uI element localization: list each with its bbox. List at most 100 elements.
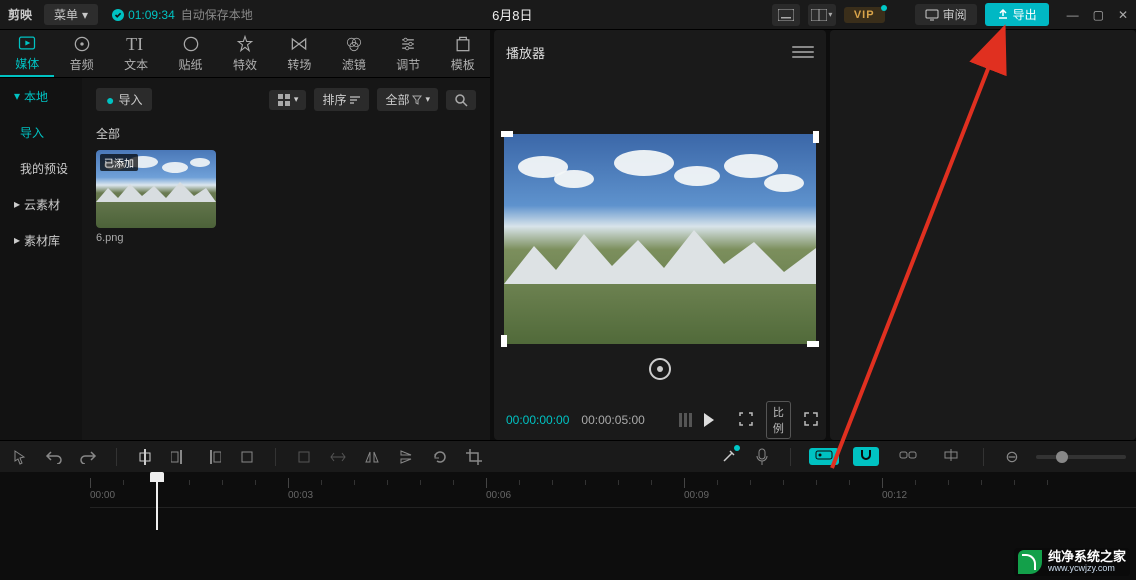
ruler-tick: 00:03 bbox=[288, 490, 313, 501]
layout-icon[interactable]: ▾ bbox=[808, 4, 836, 26]
watermark: 纯净系统之家 www.ycwjzy.com bbox=[1014, 548, 1130, 576]
close-button[interactable]: ✕ bbox=[1118, 8, 1128, 22]
split-right-button[interactable] bbox=[203, 447, 223, 467]
duration: 00:00:05:00 bbox=[581, 413, 644, 427]
tab-transition[interactable]: 转场 bbox=[272, 30, 326, 77]
playhead[interactable] bbox=[150, 472, 164, 486]
watermark-url: www.ycwjzy.com bbox=[1048, 564, 1126, 574]
inspector-panel bbox=[830, 30, 1136, 440]
grid-view-button[interactable]: ▾ bbox=[269, 90, 307, 110]
media-sidebar: ▾本地 导入 我的预设 ▸云素材 ▸素材库 bbox=[0, 78, 82, 440]
tab-adjust[interactable]: 调节 bbox=[381, 30, 435, 77]
sidebar-item-cloud[interactable]: ▸云素材 bbox=[0, 186, 82, 222]
title-bar: 剪映 菜单 ▾ 01:09:34 自动保存本地 6月8日 ▾ VIP 审阅 导出… bbox=[0, 0, 1136, 30]
mirror-v-button[interactable] bbox=[396, 447, 416, 467]
project-title: 6月8日 bbox=[253, 5, 772, 24]
ai-magic-button[interactable] bbox=[718, 447, 738, 467]
tab-filter[interactable]: 滤镜 bbox=[327, 30, 381, 77]
timeline[interactable]: 00:00 00:03 00:06 00:09 00:12 bbox=[0, 472, 1136, 532]
pointer-tool-button[interactable] bbox=[10, 447, 30, 467]
plus-icon: ● bbox=[106, 92, 114, 108]
tab-effect[interactable]: 特效 bbox=[218, 30, 272, 77]
maximize-button[interactable]: ▢ bbox=[1093, 8, 1104, 22]
tool-tabs: 媒体 音频 TI文本 贴纸 特效 转场 滤镜 调节 模板 bbox=[0, 30, 490, 78]
main-menu-button[interactable]: 菜单 ▾ bbox=[44, 4, 98, 25]
undo-button[interactable] bbox=[44, 447, 64, 467]
align-button[interactable] bbox=[937, 447, 965, 466]
content-header: ●导入 ▾ 排序 全部▾ bbox=[96, 88, 476, 111]
crop2-button[interactable] bbox=[464, 447, 484, 467]
crop-button[interactable] bbox=[294, 447, 314, 467]
tab-text[interactable]: TI文本 bbox=[109, 30, 163, 77]
resize-handle-br[interactable] bbox=[807, 341, 819, 347]
search-button[interactable] bbox=[446, 90, 476, 110]
sidebar-item-library[interactable]: ▸素材库 bbox=[0, 222, 82, 258]
title-bar-right: ▾ VIP 审阅 导出 — ▢ ✕ bbox=[772, 3, 1128, 26]
minimize-button[interactable]: — bbox=[1067, 8, 1079, 22]
ruler-tick: 00:09 bbox=[684, 490, 709, 501]
timeline-toolbar: ⊖ bbox=[0, 440, 1136, 472]
watermark-logo bbox=[1018, 550, 1042, 574]
tab-audio[interactable]: 音频 bbox=[54, 30, 108, 77]
play-button[interactable] bbox=[704, 413, 714, 427]
reverse-button[interactable] bbox=[328, 447, 348, 467]
clip-added-badge: 已添加 bbox=[100, 154, 138, 171]
resize-handle-bl[interactable] bbox=[501, 335, 507, 347]
window-controls: — ▢ ✕ bbox=[1067, 8, 1128, 22]
keyboard-icon[interactable] bbox=[772, 4, 800, 26]
chevron-right-icon: ▸ bbox=[14, 233, 20, 247]
search-icon bbox=[454, 93, 468, 107]
media-panel: 媒体 音频 TI文本 贴纸 特效 转场 滤镜 调节 模板 ▾本地 导入 我的预设… bbox=[0, 30, 490, 440]
app-name: 剪映 bbox=[8, 6, 32, 23]
split-left-button[interactable] bbox=[169, 447, 189, 467]
aspect-ratio-button[interactable]: 比例 bbox=[766, 401, 791, 439]
sidebar-item-mypresets[interactable]: 我的预设 bbox=[0, 150, 82, 186]
player-header: 播放器 bbox=[494, 30, 826, 74]
review-button[interactable]: 审阅 bbox=[915, 4, 977, 25]
rotate-button[interactable] bbox=[430, 447, 450, 467]
tab-template[interactable]: 模板 bbox=[436, 30, 490, 77]
split-button[interactable] bbox=[135, 447, 155, 467]
chevron-down-icon: ▾ bbox=[82, 8, 88, 22]
ruler-tick: 00:00 bbox=[90, 490, 115, 501]
player-canvas[interactable] bbox=[504, 134, 816, 344]
sidebar-item-import[interactable]: 导入 bbox=[0, 114, 82, 150]
player-menu-button[interactable] bbox=[792, 41, 814, 63]
filter-button[interactable]: 全部▾ bbox=[377, 88, 438, 111]
zoom-slider[interactable] bbox=[1036, 455, 1126, 459]
fullscreen-preview-button[interactable] bbox=[738, 411, 754, 430]
mirror-h-button[interactable] bbox=[362, 447, 382, 467]
mic-button[interactable] bbox=[752, 447, 772, 467]
save-status: 01:09:34 bbox=[112, 8, 175, 22]
tab-sticker[interactable]: 贴纸 bbox=[163, 30, 217, 77]
link-button[interactable] bbox=[893, 448, 923, 465]
chevron-right-icon: ▸ bbox=[14, 197, 20, 211]
export-button[interactable]: 导出 bbox=[985, 3, 1049, 26]
ruler-tick: 00:12 bbox=[882, 490, 907, 501]
expand-icon bbox=[803, 411, 819, 427]
frame-back-button[interactable] bbox=[679, 413, 692, 427]
media-content: ●导入 ▾ 排序 全部▾ 全部 已添加 6.png bbox=[82, 78, 490, 440]
vip-badge[interactable]: VIP bbox=[844, 7, 885, 23]
resize-handle-tl[interactable] bbox=[501, 131, 513, 137]
rotate-handle[interactable] bbox=[649, 358, 671, 380]
timeline-ruler[interactable]: 00:00 00:03 00:06 00:09 00:12 bbox=[90, 478, 1136, 508]
section-label: 全部 bbox=[96, 125, 476, 142]
import-button[interactable]: ●导入 bbox=[96, 88, 152, 111]
zoom-slider-knob[interactable] bbox=[1056, 451, 1068, 463]
redo-button[interactable] bbox=[78, 447, 98, 467]
media-clip[interactable]: 已添加 6.png bbox=[96, 150, 216, 244]
tab-media[interactable]: 媒体 bbox=[0, 30, 54, 77]
sort-button[interactable]: 排序 bbox=[314, 88, 369, 111]
player-panel: 播放器 00:00:00:00 00:00:05:00 bbox=[494, 30, 826, 440]
current-time: 00:00:00:00 bbox=[506, 413, 569, 427]
export-icon bbox=[997, 9, 1009, 21]
sidebar-item-local[interactable]: ▾本地 bbox=[0, 78, 82, 114]
magnet-button[interactable] bbox=[853, 447, 879, 466]
chevron-down-icon: ▾ bbox=[294, 94, 299, 105]
resize-handle-tr[interactable] bbox=[813, 131, 819, 143]
track-tag-button[interactable] bbox=[809, 448, 839, 465]
delete-button[interactable] bbox=[237, 447, 257, 467]
expand-button[interactable] bbox=[803, 411, 819, 430]
zoom-out-button[interactable]: ⊖ bbox=[1002, 447, 1022, 467]
